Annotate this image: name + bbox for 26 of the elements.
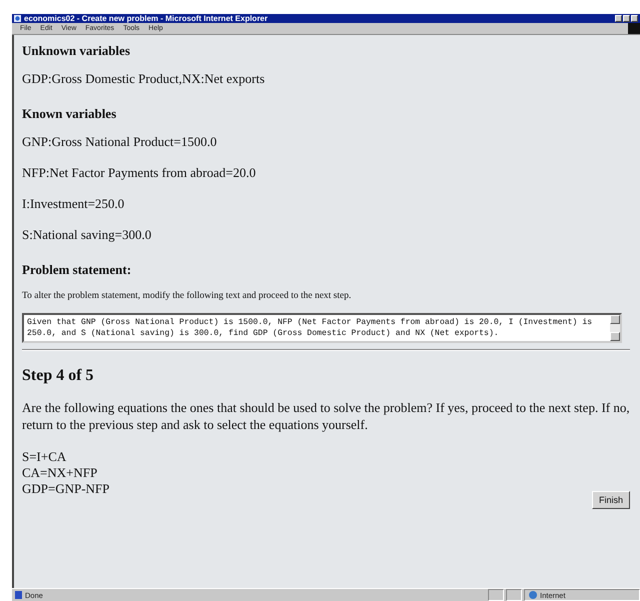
variable-text: I:Investment=250.0 xyxy=(22,196,126,211)
window-title: economics02 - Create new problem - Microsoft Internet Explorer xyxy=(24,14,269,23)
section-heading: Unknown variables xyxy=(22,43,131,58)
equation-text: GDP=GNP-NFP xyxy=(22,481,111,497)
variable-text: S:National saving=300.0 xyxy=(22,227,152,242)
minimize-button[interactable] xyxy=(615,15,622,22)
question-text: Are the following equations the ones that should be used to solve the problem? If yes, proceed to the next step. If no, return to the previous step and ask to select the equations yourself. xyxy=(22,399,630,433)
finish-button[interactable]: Finish xyxy=(592,491,630,509)
hint-text: To alter the problem statement, modify the following text and proceed to the next step. xyxy=(22,290,352,302)
section-heading: Problem statement: xyxy=(22,262,132,277)
close-button[interactable] xyxy=(631,15,638,22)
section-heading: Known variables xyxy=(22,106,118,121)
globe-icon xyxy=(529,591,537,599)
variable-text: GDP:Gross Domestic Product,NX:Net exports xyxy=(22,71,266,86)
browser-icon xyxy=(14,15,21,22)
equation-text: S=I+CA xyxy=(22,449,68,465)
problem-text-field[interactable]: Given that GNP (Gross National Product) is 1500.0, NFP (Net Factor Payments from abroad) is 20.0, I (Investment) is 250.0, and S (National saving) is 300.0, find GDP (Gross Domestic Product) and NX (Net exports). xyxy=(22,313,622,343)
scroll-down-button[interactable] xyxy=(610,332,620,341)
maximize-button[interactable] xyxy=(623,15,630,22)
step-heading: Step 4 of 5 xyxy=(22,367,95,385)
variable-text: GNP:Gross National Product=1500.0 xyxy=(22,134,218,149)
variable-text: NFP:Net Factor Payments from abroad=20.0 xyxy=(22,165,257,180)
equation-text: CA=NX+NFP xyxy=(22,465,98,481)
status-panel xyxy=(506,589,522,601)
status-panel xyxy=(488,589,504,601)
scroll-up-button[interactable] xyxy=(610,315,620,324)
